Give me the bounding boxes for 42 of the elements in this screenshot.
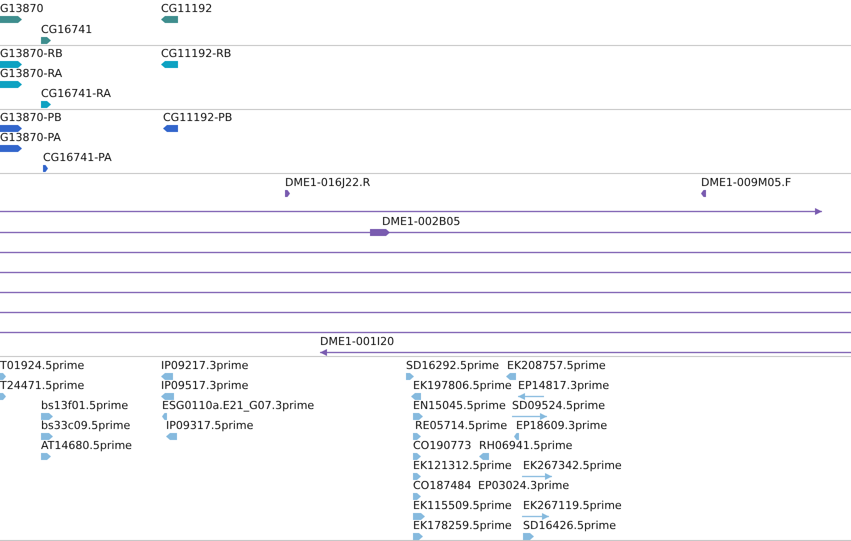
feature-label: RH06941.5prime bbox=[479, 439, 572, 452]
feature-label: G13870-RA bbox=[0, 67, 62, 80]
feature-label: EK178259.5prime bbox=[413, 519, 512, 532]
feature-label: G13870 bbox=[0, 2, 44, 15]
feature-label: SD09524.5prime bbox=[512, 399, 605, 412]
feature-label: IP09317.5prime bbox=[166, 419, 254, 432]
feature-label: IP09217.3prime bbox=[161, 359, 248, 372]
feature-label: EK208757.5prime bbox=[507, 359, 606, 372]
feature-label: AT14680.5prime bbox=[41, 439, 132, 452]
feature-label: EP18609.3prime bbox=[516, 419, 608, 432]
feature-label: DME1-001I20 bbox=[320, 335, 394, 348]
feature-label: CG16741-PA bbox=[43, 151, 112, 164]
feature-label: EK267342.5prime bbox=[523, 459, 622, 472]
feature-label: IP09517.3prime bbox=[161, 379, 248, 392]
feature-label: G13870-PA bbox=[0, 131, 61, 144]
feature-label: bs33c09.5prime bbox=[41, 419, 130, 432]
feature-label: CG11192 bbox=[161, 2, 212, 15]
feature-label: CG16741-RA bbox=[41, 87, 111, 100]
feature-label: EP03024.3prime bbox=[478, 479, 570, 492]
feature-label: EK197806.5prime bbox=[413, 379, 512, 392]
feature-label: DME1-002B05 bbox=[382, 215, 460, 228]
feature-label: DME1-009M05.F bbox=[701, 176, 792, 189]
feature-label: bs13f01.5prime bbox=[41, 399, 128, 412]
feature-label: CG16741 bbox=[41, 23, 92, 36]
feature-label: CG11192-PB bbox=[163, 111, 232, 124]
feature-label: ESG0110a.E21_G07.3prime bbox=[162, 399, 314, 412]
feature-label: T24471.5prime bbox=[0, 379, 84, 392]
feature-label: RE05714.5prime bbox=[415, 419, 508, 432]
feature-label: DME1-016J22.R bbox=[285, 176, 370, 189]
feature-label: G13870-RB bbox=[0, 47, 63, 60]
feature-label: CO190773 bbox=[413, 439, 472, 452]
feature-label: EN15045.5prime bbox=[413, 399, 506, 412]
feature-label: G13870-PB bbox=[0, 111, 62, 124]
feature-label: CG11192-RB bbox=[161, 47, 232, 60]
feature-label: T01924.5prime bbox=[0, 359, 84, 372]
feature-label: EP14817.3prime bbox=[518, 379, 610, 392]
feature-label: SD16426.5prime bbox=[523, 519, 616, 532]
feature-label: EK121312.5prime bbox=[413, 459, 512, 472]
feature-label: EK267119.5prime bbox=[523, 499, 622, 512]
feature-label: CO187484 bbox=[413, 479, 472, 492]
feature-label: SD16292.5prime bbox=[406, 359, 499, 372]
feature-label: EK115509.5prime bbox=[413, 499, 512, 512]
